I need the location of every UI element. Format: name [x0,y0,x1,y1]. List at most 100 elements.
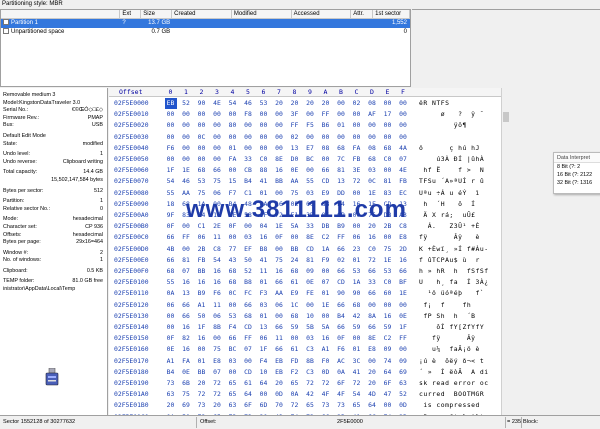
hex-byte[interactable]: 1A [320,244,332,255]
hex-byte[interactable]: 1F [165,165,177,176]
hex-byte[interactable]: 53 [382,266,394,277]
hex-byte[interactable]: 00 [366,120,378,131]
hex-byte[interactable]: 00 [180,154,192,165]
hex-row[interactable]: 02F5E0050 00 00 00 00 FA 33 C0 8E D0 BC 00 7C FB 68 C0 0… [109,154,509,165]
hex-text[interactable]: ø ? ÿ ¯ [419,109,484,120]
hex-byte[interactable]: FF [289,120,301,131]
hex-byte[interactable]: 66 [366,322,378,333]
hex-row[interactable]: 02F5E01A0 63 75 72 72 65 64 00 0D 0A 42 4F 4F 54 4D 47 5… [109,389,509,400]
hex-byte[interactable]: D0 [289,154,301,165]
hex-byte[interactable]: 42 [304,389,316,400]
hex-byte[interactable]: 00 [273,311,285,322]
hex-byte[interactable]: 4F [320,389,332,400]
hex-byte[interactable]: 00 [273,143,285,154]
hex-byte[interactable]: 66 [273,277,285,288]
hex-byte[interactable]: 41 [351,367,363,378]
hex-byte[interactable]: 75 [211,344,223,355]
hex-byte[interactable]: 66 [180,300,192,311]
hex-byte[interactable]: FF [180,232,192,243]
hex-byte[interactable]: F9 [320,255,332,266]
hex-byte[interactable]: 65 [351,400,363,411]
hex-text[interactable]: u¼ faÃ¡ö è [419,344,480,355]
hex-byte[interactable]: 73 [320,400,332,411]
hex-byte[interactable]: 4A [397,143,409,154]
hex-byte[interactable]: 6F [335,378,347,389]
hex-byte[interactable]: 81 [180,255,192,266]
hex-byte[interactable]: EB [273,356,285,367]
hex-byte[interactable]: 70 [273,400,285,411]
hex-row[interactable]: 02F5E0150 0F 82 16 00 66 FF 06 11 00 03 16 0F 00 8E C2 F… [109,333,509,344]
hex-byte[interactable]: 90 [196,98,208,109]
hex-byte[interactable]: 07 [320,277,332,288]
hex-text[interactable]: TFSu ´A»ªUÍ r û [419,176,484,187]
hex-byte[interactable]: 10 [304,311,316,322]
hex-byte[interactable]: 72 [196,389,208,400]
hex-byte[interactable]: 81 [335,165,347,176]
hex-byte[interactable]: AA [273,288,285,299]
hex-byte[interactable]: 55 [165,277,177,288]
hex-byte[interactable]: 00 [366,132,378,143]
hex-byte[interactable]: 1C [289,300,301,311]
hex-byte[interactable]: 80 [227,120,239,131]
hex-row[interactable]: 02F5E00D0 4B 00 2B C8 77 EF B8 00 BB CD 1A 66 23 C0 75 2… [109,244,509,255]
hex-byte[interactable]: 13 [335,176,347,187]
hex-byte[interactable]: AF [366,109,378,120]
hex-byte[interactable]: 65 [289,378,301,389]
hex-byte[interactable]: 00 [196,109,208,120]
col-accessed[interactable]: Accessed [292,10,352,18]
hex-byte[interactable]: BB [196,266,208,277]
hex-byte[interactable]: 00 [397,109,409,120]
hex-byte[interactable]: 07 [211,367,223,378]
hex-row[interactable]: 02F5E01B0 20 69 73 20 63 6F 6D 70 72 65 73 73 65 64 00 0… [109,400,509,411]
hex-byte[interactable]: 64 [382,367,394,378]
hex-byte[interactable]: E8 [366,344,378,355]
hex-byte[interactable]: 65 [227,378,239,389]
hex-byte[interactable]: 00 [382,400,394,411]
hex-byte[interactable]: 00 [289,232,301,243]
hex-byte[interactable]: 68 [289,266,301,277]
hex-byte[interactable]: 00 [180,143,192,154]
hex-byte[interactable]: FA [227,154,239,165]
hex-text[interactable]: K +Èwï¸ »Í f#Àu- [419,244,489,255]
hex-byte[interactable]: 68 [242,311,254,322]
hex-byte[interactable]: BB [196,367,208,378]
hex-byte[interactable]: 72 [351,378,363,389]
hex-byte[interactable]: 75 [180,389,192,400]
hex-byte[interactable]: 3F [289,109,301,120]
hex-byte[interactable]: 20 [273,378,285,389]
hex-byte[interactable]: 6F [242,400,254,411]
hex-text[interactable]: hf Ë f > N [419,165,484,176]
hex-byte[interactable]: 5A [320,322,332,333]
hex-byte[interactable]: 01 [351,344,363,355]
hex-byte[interactable]: 01 [227,143,239,154]
hex-byte[interactable]: A1 [165,356,177,367]
hex-byte[interactable]: 46 [180,176,192,187]
hex-byte[interactable]: 16 [273,266,285,277]
hex-row[interactable]: 02F5E0180 B4 0E BB 07 00 CD 10 EB F2 C3 0D 0A 41 20 64 6… [109,367,509,378]
hex-byte[interactable]: 72 [351,176,363,187]
hex-text[interactable]: h » hR h fSfSf [419,266,489,277]
hex-byte[interactable]: 00 [227,109,239,120]
hex-byte[interactable]: 1E [180,165,192,176]
hex-byte[interactable]: 08 [366,98,378,109]
hex-byte[interactable]: 0D [273,389,285,400]
hex-row[interactable]: 02F5E0170 A1 FA 01 E8 03 00 F4 EB FD 8B F0 AC 3C 00 74 0… [109,356,509,367]
hex-byte[interactable]: FF [335,232,347,243]
hex-byte[interactable]: 18 [165,199,177,210]
hex-byte[interactable]: 65 [304,400,316,411]
hex-byte[interactable]: 00 [397,300,409,311]
hex-byte[interactable]: 00 [196,120,208,131]
hex-byte[interactable]: CD [242,322,254,333]
hex-text[interactable]: U h¸ fa Í 3À¿ [419,277,489,288]
hex-byte[interactable]: 75 [382,244,394,255]
hex-byte[interactable]: F6 [165,143,177,154]
hex-byte[interactable]: 0F [335,333,347,344]
hex-byte[interactable]: 20 [289,98,301,109]
hex-byte[interactable]: 0A [335,367,347,378]
hex-byte[interactable]: 20 [366,367,378,378]
hex-byte[interactable]: 13 [258,322,270,333]
hex-byte[interactable]: 0E [180,367,192,378]
hex-byte[interactable]: FF [320,109,332,120]
hex-byte[interactable]: FB [397,176,409,187]
hex-byte[interactable]: 65 [227,389,239,400]
